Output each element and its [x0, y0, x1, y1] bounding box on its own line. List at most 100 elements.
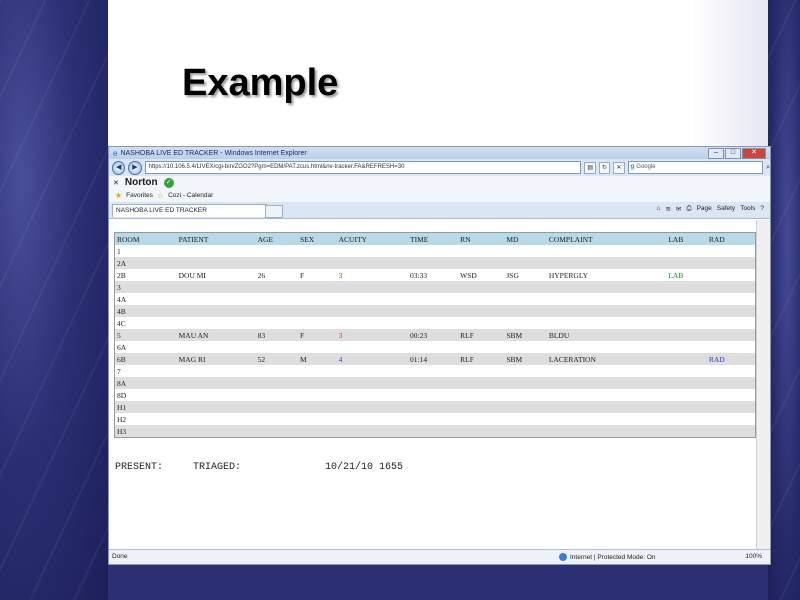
- cell-lab: [666, 317, 707, 329]
- cell-acuity: [337, 293, 408, 305]
- cell-sex: [298, 365, 337, 377]
- cell-rn: [458, 245, 504, 257]
- tools-menu[interactable]: Tools: [740, 205, 755, 213]
- cell-rad: RAD: [708, 354, 725, 364]
- help-icon[interactable]: ?: [760, 205, 764, 213]
- cell-complaint: [547, 293, 667, 305]
- table-row: 3: [114, 281, 756, 293]
- norton-toolbar: ✕ Norton ✓: [109, 176, 770, 189]
- cell-rn: [458, 257, 504, 269]
- cell-rn: [458, 389, 504, 401]
- close-toolbar-icon[interactable]: ✕: [113, 179, 119, 187]
- cell-rn: [458, 401, 504, 413]
- status-text: Done: [112, 553, 128, 560]
- cell-age: [256, 305, 298, 317]
- cell-age: [256, 281, 298, 293]
- cell-room: 8D: [117, 390, 127, 400]
- search-input[interactable]: g Google: [627, 161, 764, 174]
- compat-view-icon[interactable]: ▤: [584, 161, 596, 174]
- address-bar[interactable]: https://10.106.5.4/LIVEX/cgi-bin/ZGO2?Pg…: [144, 161, 582, 174]
- safety-menu[interactable]: Safety: [717, 205, 735, 213]
- cell-room: 2B: [117, 270, 126, 280]
- cell-patient: [177, 245, 256, 257]
- cell-rn: [458, 281, 504, 293]
- cell-acuity: [337, 281, 408, 293]
- stop-icon[interactable]: ✕: [613, 161, 625, 174]
- tracker-table: ROOM PATIENT AGE SEX ACUITY TIME RN MD COMPLAINT…: [114, 232, 756, 438]
- cell-lab: [666, 281, 707, 293]
- minimize-button[interactable]: –: [708, 148, 724, 159]
- cell-md: [504, 281, 546, 293]
- cell-patient: MAG RI: [178, 354, 206, 364]
- col-header-acuity: ACUITY: [338, 234, 367, 244]
- cell-room: 1: [117, 246, 121, 256]
- table-row: 2B DOU MI 26 F 3 03:33 WSD JSG HYPERGLY LAB: [114, 269, 756, 281]
- cell-age: 52: [257, 354, 266, 364]
- zoom-level[interactable]: 100%: [745, 553, 762, 560]
- cell-rad: [707, 389, 756, 401]
- cell-time: [408, 305, 458, 317]
- add-favorite-icon[interactable]: ☆: [157, 191, 164, 200]
- cell-rn: [458, 305, 504, 317]
- table-row: 6B MAG RI 52 M 4 01:14 RLF SBM LACERATION RAD: [114, 353, 756, 365]
- cell-lab: [666, 329, 707, 341]
- col-header-rn: RN: [460, 234, 471, 244]
- cell-sex: [298, 281, 337, 293]
- cell-md: [504, 245, 546, 257]
- feeds-icon[interactable]: ≋: [665, 205, 670, 213]
- favorites-button[interactable]: Favorites: [126, 192, 153, 199]
- cell-lab: [666, 245, 707, 257]
- cell-complaint: [547, 305, 667, 317]
- tab-tracker[interactable]: NASHOBA LIVE ED TRACKER: [112, 204, 267, 217]
- fav-link-cozi[interactable]: Cozi - Calendar: [168, 192, 213, 199]
- cell-sex: [298, 317, 337, 329]
- cell-md: [504, 293, 546, 305]
- cell-lab: [666, 293, 707, 305]
- refresh-icon[interactable]: ↻: [598, 161, 611, 174]
- search-placeholder: Google: [636, 164, 656, 170]
- cell-age: [256, 293, 298, 305]
- table-row: 1: [114, 245, 756, 257]
- cell-md: [504, 389, 546, 401]
- check-icon[interactable]: ✓: [163, 177, 174, 188]
- tab-row: NASHOBA LIVE ED TRACKER ⌂ ≋ ✉ ⎙ Page Saf…: [109, 202, 770, 219]
- cell-sex: F: [300, 270, 305, 280]
- vertical-scrollbar[interactable]: [756, 220, 770, 551]
- cell-acuity: [337, 401, 408, 413]
- cell-lab: [666, 413, 707, 425]
- table-row: 6A: [114, 341, 756, 353]
- cell-sex: [298, 401, 337, 413]
- cell-lab: LAB: [668, 270, 684, 280]
- cell-age: [256, 413, 298, 425]
- browser-window: e NASHOBA LIVE ED TRACKER - Windows Inte…: [108, 146, 771, 565]
- cell-patient: [177, 305, 256, 317]
- print-icon[interactable]: ⎙: [686, 205, 691, 213]
- page-menu[interactable]: Page: [697, 205, 712, 213]
- cell-rn: RLF: [460, 330, 474, 340]
- cell-rn: [458, 293, 504, 305]
- cell-complaint: BLDU: [548, 330, 570, 340]
- cell-acuity: 3: [338, 270, 343, 280]
- forward-button[interactable]: ▶: [128, 160, 142, 175]
- mail-icon[interactable]: ✉: [676, 205, 681, 213]
- cell-rad: [707, 257, 756, 269]
- cell-room: 4A: [117, 294, 127, 304]
- new-tab-button[interactable]: [265, 205, 283, 218]
- cell-md: [504, 425, 546, 438]
- cell-time: [408, 257, 458, 269]
- search-icon[interactable]: ⌕: [766, 164, 770, 172]
- cell-complaint: [547, 281, 667, 293]
- close-button[interactable]: ✕: [742, 148, 766, 159]
- cell-acuity: [337, 413, 408, 425]
- back-button[interactable]: ◀: [112, 160, 126, 175]
- cell-time: [408, 281, 458, 293]
- table-row: H2: [114, 413, 756, 425]
- table-row: 4B: [114, 305, 756, 317]
- cell-lab: [666, 257, 707, 269]
- maximize-button[interactable]: □: [725, 148, 741, 159]
- cell-rad: [707, 245, 756, 257]
- zone-text: Internet | Protected Mode: On: [570, 553, 656, 561]
- home-icon[interactable]: ⌂: [657, 205, 661, 213]
- cell-age: [256, 377, 298, 389]
- cell-room: 3: [117, 282, 121, 292]
